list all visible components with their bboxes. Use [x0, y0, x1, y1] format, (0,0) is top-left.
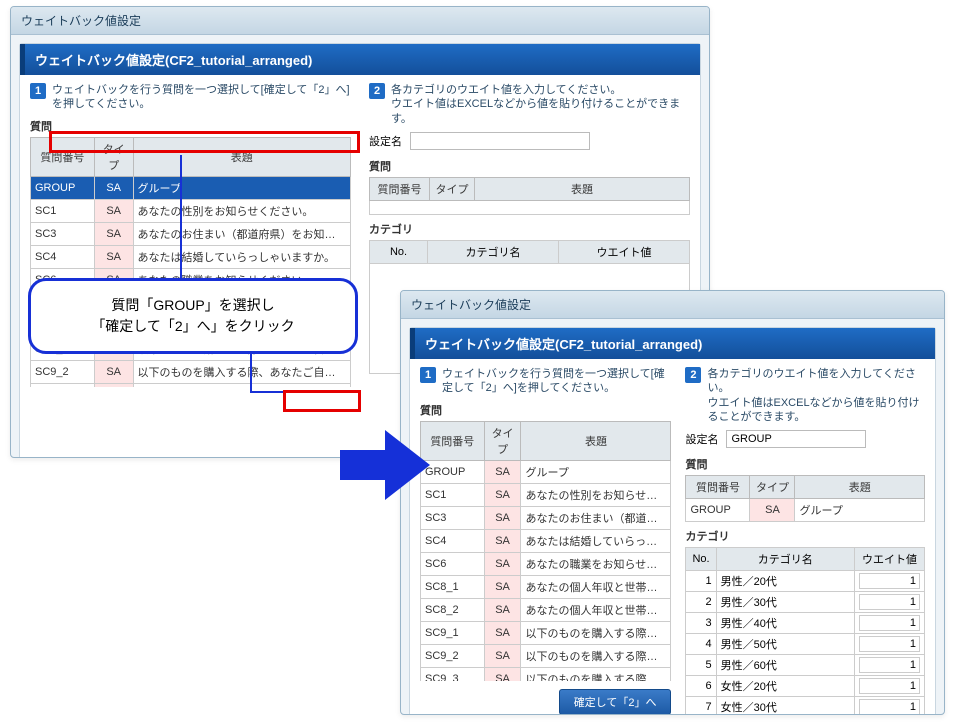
selected-question-table: 質問番号 タイプ 表題 GROUP SA グループ: [685, 475, 925, 522]
table-row[interactable]: SC1SAあなたの性別をお知らせください。: [421, 483, 671, 506]
col-qnum: 質問番号: [31, 137, 95, 176]
leader-line-2b: [250, 391, 283, 393]
weightback-dialog-2: ウェイトバック値設定 ウェイトバック値設定(CF2_tutorial_arran…: [400, 290, 945, 715]
step1-column-2: 1 ウェイトバックを行う質問を一つ選択して[確定して「2」へ]を押してください。…: [420, 367, 671, 715]
col-subject: 表題: [133, 137, 350, 176]
setting-name-label: 設定名: [369, 133, 402, 149]
category-row: 2男性／30代: [686, 592, 925, 613]
category-label: カテゴリ: [369, 221, 690, 237]
leader-line-1: [180, 155, 182, 278]
col-type: タイプ: [94, 137, 133, 176]
category-row: 4男性／50代: [686, 634, 925, 655]
question-list-table-2[interactable]: 質問番号 タイプ 表題 GROUPSAグループSC1SAあなたの性別をお知らせく…: [420, 421, 671, 681]
category-row: 6女性／20代: [686, 676, 925, 697]
callout-line1: 質問「GROUP」を選択し: [49, 295, 337, 316]
question-label-2: 質問: [369, 158, 690, 174]
category-weight-table[interactable]: No. カテゴリ名 ウエイト値 1男性／20代2男性／30代3男性／40代4男性…: [685, 547, 925, 715]
window-title: ウェイトバック値設定: [11, 7, 709, 35]
step2-text: 各カテゴリのウエイト値を入力してください。 ウエイト値はEXCELなどから値を貼…: [391, 83, 690, 126]
setting-name-input-2[interactable]: [726, 430, 866, 448]
table-row[interactable]: SC4SAあなたは結婚していらっしゃいますか。: [31, 245, 351, 268]
confirm-step2-button-2[interactable]: 確定して「2」へ: [559, 689, 672, 715]
weight-input[interactable]: [859, 594, 920, 610]
table-row[interactable]: SC8_1SAあなたの個人年収と世帯年収をお知らせく: [421, 575, 671, 598]
table-row[interactable]: SC3SAあなたのお住まい（都道府県）をお知らせ: [421, 506, 671, 529]
weight-input[interactable]: [859, 678, 920, 694]
weight-input[interactable]: [859, 636, 920, 652]
weight-input[interactable]: [859, 573, 920, 589]
callout-line2: 「確定して「2」へ」をクリック: [49, 316, 337, 337]
category-row: 5男性／60代: [686, 655, 925, 676]
panel-title-2: ウェイトバック値設定(CF2_tutorial_arranged): [410, 328, 935, 359]
selected-question-table-empty: 質問番号 タイプ 表題: [369, 177, 690, 215]
step-badge-1: 1: [30, 83, 46, 99]
transition-arrow-icon: [340, 430, 430, 500]
table-row[interactable]: SC9_1SA以下のものを購入する際、あなたご自身は: [421, 621, 671, 644]
step-badge-1b: 1: [420, 367, 436, 383]
table-row[interactable]: GROUPSAグループ: [31, 176, 351, 199]
table-row[interactable]: SC9_2SA以下のものを購入する際、あなたご自身は: [421, 644, 671, 667]
table-row[interactable]: SC1SAあなたの性別をお知らせください。: [31, 199, 351, 222]
main-panel-2: ウェイトバック値設定(CF2_tutorial_arranged) 1 ウェイト…: [409, 327, 936, 715]
step-badge-2b: 2: [685, 367, 701, 383]
weight-input[interactable]: [859, 615, 920, 631]
step2-column-2: 2 各カテゴリのウエイト値を入力してください。 ウエイト値はEXCELなどから値…: [685, 367, 925, 715]
table-row[interactable]: SC4SAあなたは結婚していらっしゃいますか。: [421, 529, 671, 552]
step-badge-2: 2: [369, 83, 385, 99]
question-label: 質問: [30, 118, 351, 134]
window-title-2: ウェイトバック値設定: [401, 291, 944, 319]
table-row[interactable]: SC3SAあなたのお住まい（都道府県）をお知らせ: [31, 222, 351, 245]
category-row: 7女性／30代: [686, 697, 925, 715]
table-row[interactable]: SC9_2SA以下のものを購入する際、あなたご自身は: [31, 360, 351, 383]
weight-input[interactable]: [859, 699, 920, 715]
weight-input[interactable]: [859, 657, 920, 673]
step1-column: 1 ウェイトバックを行う質問を一つ選択して[確定して「2」へ]を押してください。…: [30, 83, 351, 458]
setting-name-input[interactable]: [410, 132, 590, 150]
table-row[interactable]: GROUPSAグループ: [421, 460, 671, 483]
step1-text: ウェイトバックを行う質問を一つ選択して[確定して「2」へ]を押してください。: [52, 83, 351, 112]
instruction-callout: 質問「GROUP」を選択し 「確定して「2」へ」をクリック: [28, 278, 358, 354]
category-row: 3男性／40代: [686, 613, 925, 634]
category-row: 1男性／20代: [686, 571, 925, 592]
table-row[interactable]: SC6SAあなたの職業をお知らせください。: [421, 552, 671, 575]
table-row[interactable]: SC8_2SAあなたの個人年収と世帯年収をお知らせく: [421, 598, 671, 621]
panel-title: ウェイトバック値設定(CF2_tutorial_arranged): [20, 44, 700, 75]
table-row[interactable]: SC9_3SA以下のものを購入する際、あなたご自身は: [421, 667, 671, 681]
